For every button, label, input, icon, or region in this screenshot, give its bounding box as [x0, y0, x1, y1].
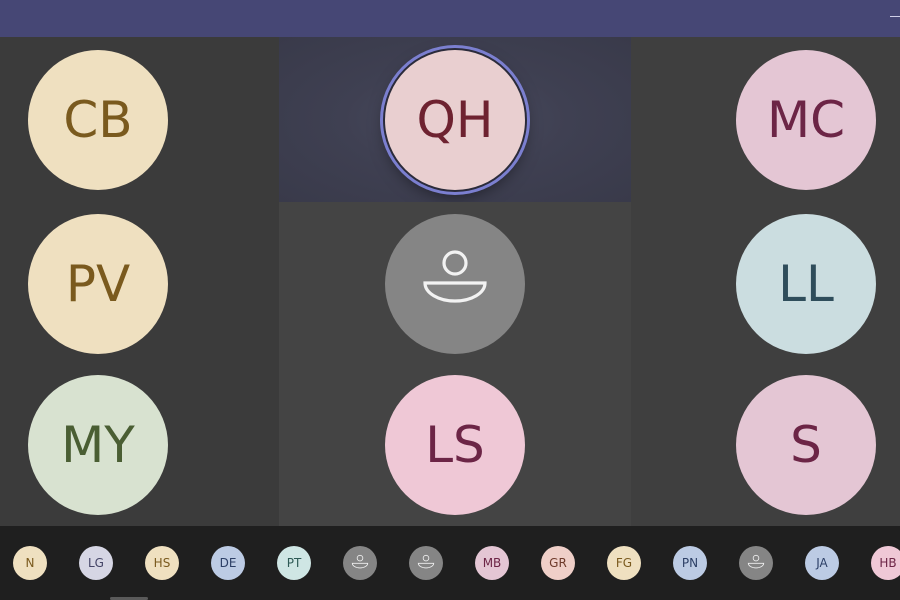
strip-participant-initials: LG — [88, 556, 104, 570]
participant-initials: PV — [65, 255, 131, 313]
participant-avatar: S — [736, 375, 876, 515]
participant-avatar: PV — [28, 214, 168, 354]
participant-tile[interactable]: LL — [631, 202, 900, 365]
participant-tile[interactable] — [279, 202, 631, 365]
participant-thumbnail-strip: N LG HS DE PT MB GR FG PN JA HB — [0, 526, 900, 600]
strip-participant[interactable]: PN — [673, 546, 707, 580]
strip-participant-initials: HS — [153, 556, 171, 570]
strip-participant-generic[interactable] — [739, 546, 773, 580]
participant-tile[interactable]: PV — [0, 202, 279, 365]
strip-participant[interactable]: LG — [79, 546, 113, 580]
strip-participant-initials: DE — [219, 556, 237, 570]
participant-initials: LL — [778, 255, 834, 313]
person-icon — [420, 243, 490, 325]
strip-participant-initials: N — [25, 556, 35, 570]
participant-initials: LS — [425, 416, 485, 474]
strip-participant[interactable]: GR — [541, 546, 575, 580]
participant-tile[interactable]: LS — [279, 365, 631, 526]
strip-participant[interactable]: PT — [277, 546, 311, 580]
strip-participant-initials: GR — [549, 556, 567, 570]
strip-participant-initials: MB — [482, 556, 502, 570]
participant-tile[interactable]: MC — [631, 37, 900, 202]
strip-participant[interactable]: HB — [871, 546, 900, 580]
person-icon — [747, 553, 765, 574]
header-indicator — [890, 16, 900, 17]
participant-tile[interactable]: QH — [279, 37, 631, 202]
strip-participant[interactable]: MB — [475, 546, 509, 580]
strip-participant[interactable]: FG — [607, 546, 641, 580]
participant-initials: CB — [63, 91, 133, 149]
strip-participant-initials: JA — [816, 556, 828, 570]
strip-participant-generic[interactable] — [343, 546, 377, 580]
person-icon — [351, 553, 369, 574]
participant-avatar: LS — [385, 375, 525, 515]
strip-participant[interactable]: JA — [805, 546, 839, 580]
participant-avatar: LL — [736, 214, 876, 354]
participant-avatar-generic — [385, 214, 525, 354]
person-icon — [417, 553, 435, 574]
strip-participant[interactable]: N — [13, 546, 47, 580]
participant-initials: MC — [766, 91, 846, 149]
participant-initials: S — [790, 416, 822, 474]
participant-avatar: CB — [28, 50, 168, 190]
participant-avatar: MY — [28, 375, 168, 515]
participant-video-grid: CB QH MC PV LL MY LS S — [0, 37, 900, 526]
strip-participant[interactable]: DE — [211, 546, 245, 580]
strip-participant[interactable]: HS — [145, 546, 179, 580]
strip-participant-generic[interactable] — [409, 546, 443, 580]
participant-initials: QH — [416, 91, 494, 149]
strip-participant-initials: HB — [879, 556, 897, 570]
participant-tile[interactable]: S — [631, 365, 900, 526]
participant-initials: MY — [61, 416, 135, 474]
participant-avatar: MC — [736, 50, 876, 190]
strip-participant-initials: PT — [286, 556, 302, 570]
strip-participant-initials: PN — [681, 556, 699, 570]
participant-tile[interactable]: MY — [0, 365, 279, 526]
participant-avatar: QH — [385, 50, 525, 190]
strip-participant-initials: FG — [615, 556, 633, 570]
participant-tile[interactable]: CB — [0, 37, 279, 202]
meeting-header-bar — [0, 0, 900, 37]
